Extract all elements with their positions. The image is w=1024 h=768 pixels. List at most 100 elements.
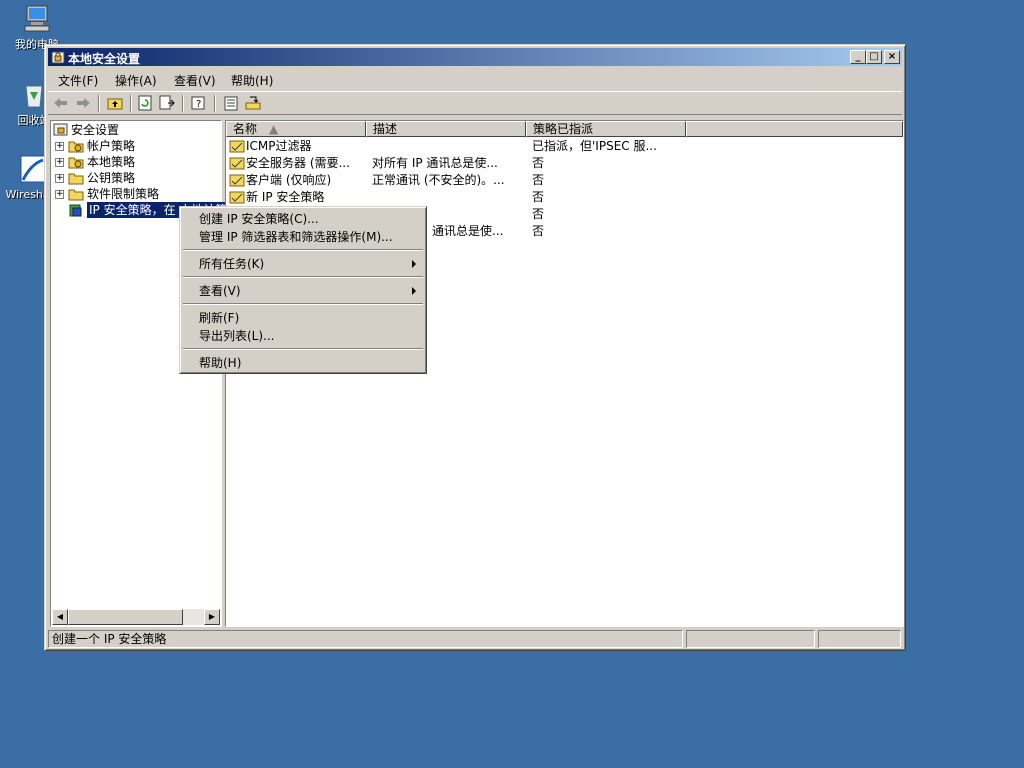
menu-item-label: 刷新(F) — [199, 311, 240, 325]
expand-icon[interactable]: + — [55, 142, 64, 151]
window-title: 本地安全设置 — [68, 52, 141, 66]
table-row[interactable]: 新 IP 安全策略 否 — [226, 189, 903, 206]
column-header-label: 描述 — [373, 122, 398, 136]
status-panel-2 — [686, 630, 815, 648]
back-arrow-icon[interactable] — [52, 95, 70, 111]
refresh-icon[interactable] — [136, 95, 154, 111]
cell-assigned: 已指派，但'IPSEC 服... — [532, 139, 657, 153]
close-icon: × — [887, 51, 897, 62]
menu-separator — [183, 249, 423, 251]
menu-item-export-list[interactable]: 导出列表(L)... — [182, 327, 424, 345]
policy-folder-icon — [68, 157, 84, 169]
tree-node-label: 安全设置 — [71, 123, 120, 137]
cell-name: ICMP过滤器 — [246, 139, 312, 153]
sort-up-icon: ▲ — [269, 122, 279, 136]
cell-assigned: 否 — [532, 207, 545, 221]
help-icon[interactable]: ? — [190, 95, 208, 111]
menu-item-label: 创建 IP 安全策略(C)... — [199, 212, 319, 226]
toolbar: ? — [48, 91, 902, 115]
tree-node-label: 帐户策略 — [87, 139, 136, 153]
scroll-left-button[interactable]: ◀ — [52, 609, 68, 625]
policy-icon — [229, 157, 245, 170]
column-header-label: 策略已指派 — [533, 122, 594, 136]
status-text: 创建一个 IP 安全策略 — [48, 630, 683, 648]
cell-assigned: 否 — [532, 190, 545, 204]
menu-item-all-tasks[interactable]: 所有任务(K) — [182, 255, 424, 273]
policy-icon — [229, 191, 245, 204]
status-bar: 创建一个 IP 安全策略 — [48, 630, 902, 648]
close-button[interactable]: × — [884, 50, 900, 64]
menu-item-manage-ip-filter-lists[interactable]: 管理 IP 筛选器表和筛选器操作(M)... — [182, 228, 424, 246]
svg-text:?: ? — [196, 99, 201, 110]
security-settings-icon — [51, 51, 65, 64]
expand-icon[interactable]: + — [55, 174, 64, 183]
menu-item-view[interactable]: 查看(V) — [182, 282, 424, 300]
table-row[interactable]: 安全服务器 (需要... 对所有 IP 通讯总是使... 否 — [226, 155, 903, 172]
menu-file[interactable]: 文件(F) — [58, 72, 98, 89]
properties-icon[interactable] — [222, 95, 240, 111]
status-panel-3 — [818, 630, 901, 648]
folder-icon — [68, 189, 84, 201]
minimize-button[interactable]: _ — [850, 50, 866, 64]
my-computer-icon — [24, 5, 50, 32]
menu-separator — [183, 276, 423, 278]
status-label: 创建一个 IP 安全策略 — [52, 632, 167, 646]
toolbar-separator — [98, 95, 100, 112]
maximize-icon: □ — [869, 51, 879, 62]
assign-icon[interactable] — [244, 95, 262, 111]
minimize-icon: _ — [855, 51, 861, 62]
title-bar[interactable]: 本地安全设置 _ □ × — [48, 48, 902, 66]
cell-assigned: 否 — [532, 224, 545, 238]
menu-separator — [183, 348, 423, 350]
menu-action[interactable]: 操作(A) — [115, 72, 157, 89]
toolbar-separator — [130, 95, 132, 112]
submenu-arrow-icon — [412, 260, 416, 268]
menu-item-label: 管理 IP 筛选器表和筛选器操作(M)... — [199, 230, 393, 244]
menu-item-label: 所有任务(K) — [199, 257, 265, 271]
menu-help[interactable]: 帮助(H) — [231, 72, 273, 89]
expand-icon[interactable]: + — [55, 158, 64, 167]
forward-arrow-icon[interactable] — [74, 95, 92, 111]
menu-item-label: 帮助(H) — [199, 356, 242, 370]
cell-description: 对所有 IP 通讯总是使... — [372, 156, 498, 170]
menu-item-label: 导出列表(L)... — [199, 329, 275, 343]
menu-bar: 文件(F) 操作(A) 查看(V) 帮助(H) — [48, 69, 902, 89]
menu-item-create-ip-security-policy[interactable]: 创建 IP 安全策略(C)... — [182, 210, 424, 228]
tree-node-label: 公钥策略 — [87, 171, 136, 185]
menu-item-label: 查看(V) — [199, 284, 241, 298]
column-header-filler — [686, 121, 903, 137]
cell-description: 正常通讯 (不安全的)。... — [372, 173, 505, 187]
tree-node-label: 本地策略 — [87, 155, 136, 169]
up-folder-icon[interactable] — [106, 95, 124, 111]
cell-description: 通讯总是使... — [432, 224, 504, 238]
table-row[interactable]: ICMP过滤器 已指派，但'IPSEC 服... — [226, 138, 903, 155]
tree-horizontal-scrollbar[interactable]: ◀ ▶ — [52, 609, 220, 625]
folder-icon — [68, 173, 84, 185]
menu-view[interactable]: 查看(V) — [174, 72, 216, 89]
tree-node-label: 软件限制策略 — [87, 187, 160, 201]
cell-assigned: 否 — [532, 173, 545, 187]
context-menu: 创建 IP 安全策略(C)... 管理 IP 筛选器表和筛选器操作(M)... … — [179, 206, 427, 374]
maximize-button[interactable]: □ — [866, 50, 882, 64]
menu-item-help[interactable]: 帮助(H) — [182, 354, 424, 372]
cell-name: 客户端 (仅响应) — [246, 173, 332, 187]
toolbar-separator — [182, 95, 184, 112]
cell-name: 安全服务器 (需要... — [246, 156, 350, 170]
policy-folder-icon — [68, 141, 84, 153]
security-settings-icon — [53, 123, 68, 136]
policy-icon — [229, 140, 245, 153]
column-header-description[interactable]: 描述 — [366, 121, 526, 137]
column-header-policy-assigned[interactable]: 策略已指派 — [526, 121, 686, 137]
menu-item-refresh[interactable]: 刷新(F) — [182, 309, 424, 327]
toolbar-separator — [214, 95, 216, 112]
column-header-name[interactable]: 名称 ▲ — [226, 121, 366, 137]
export-list-icon[interactable] — [158, 95, 176, 111]
cell-name: 新 IP 安全策略 — [246, 190, 325, 204]
expand-icon[interactable]: + — [55, 190, 64, 199]
local-security-settings-window: 本地安全设置 _ □ × 文件(F) 操作(A) 查看(V) 帮助(H) ? 安… — [44, 44, 906, 651]
menu-separator — [183, 303, 423, 305]
scroll-right-button[interactable]: ▶ — [204, 609, 220, 625]
scroll-thumb[interactable] — [68, 609, 183, 625]
table-row[interactable]: 客户端 (仅响应) 正常通讯 (不安全的)。... 否 — [226, 172, 903, 189]
policy-icon — [229, 174, 245, 187]
